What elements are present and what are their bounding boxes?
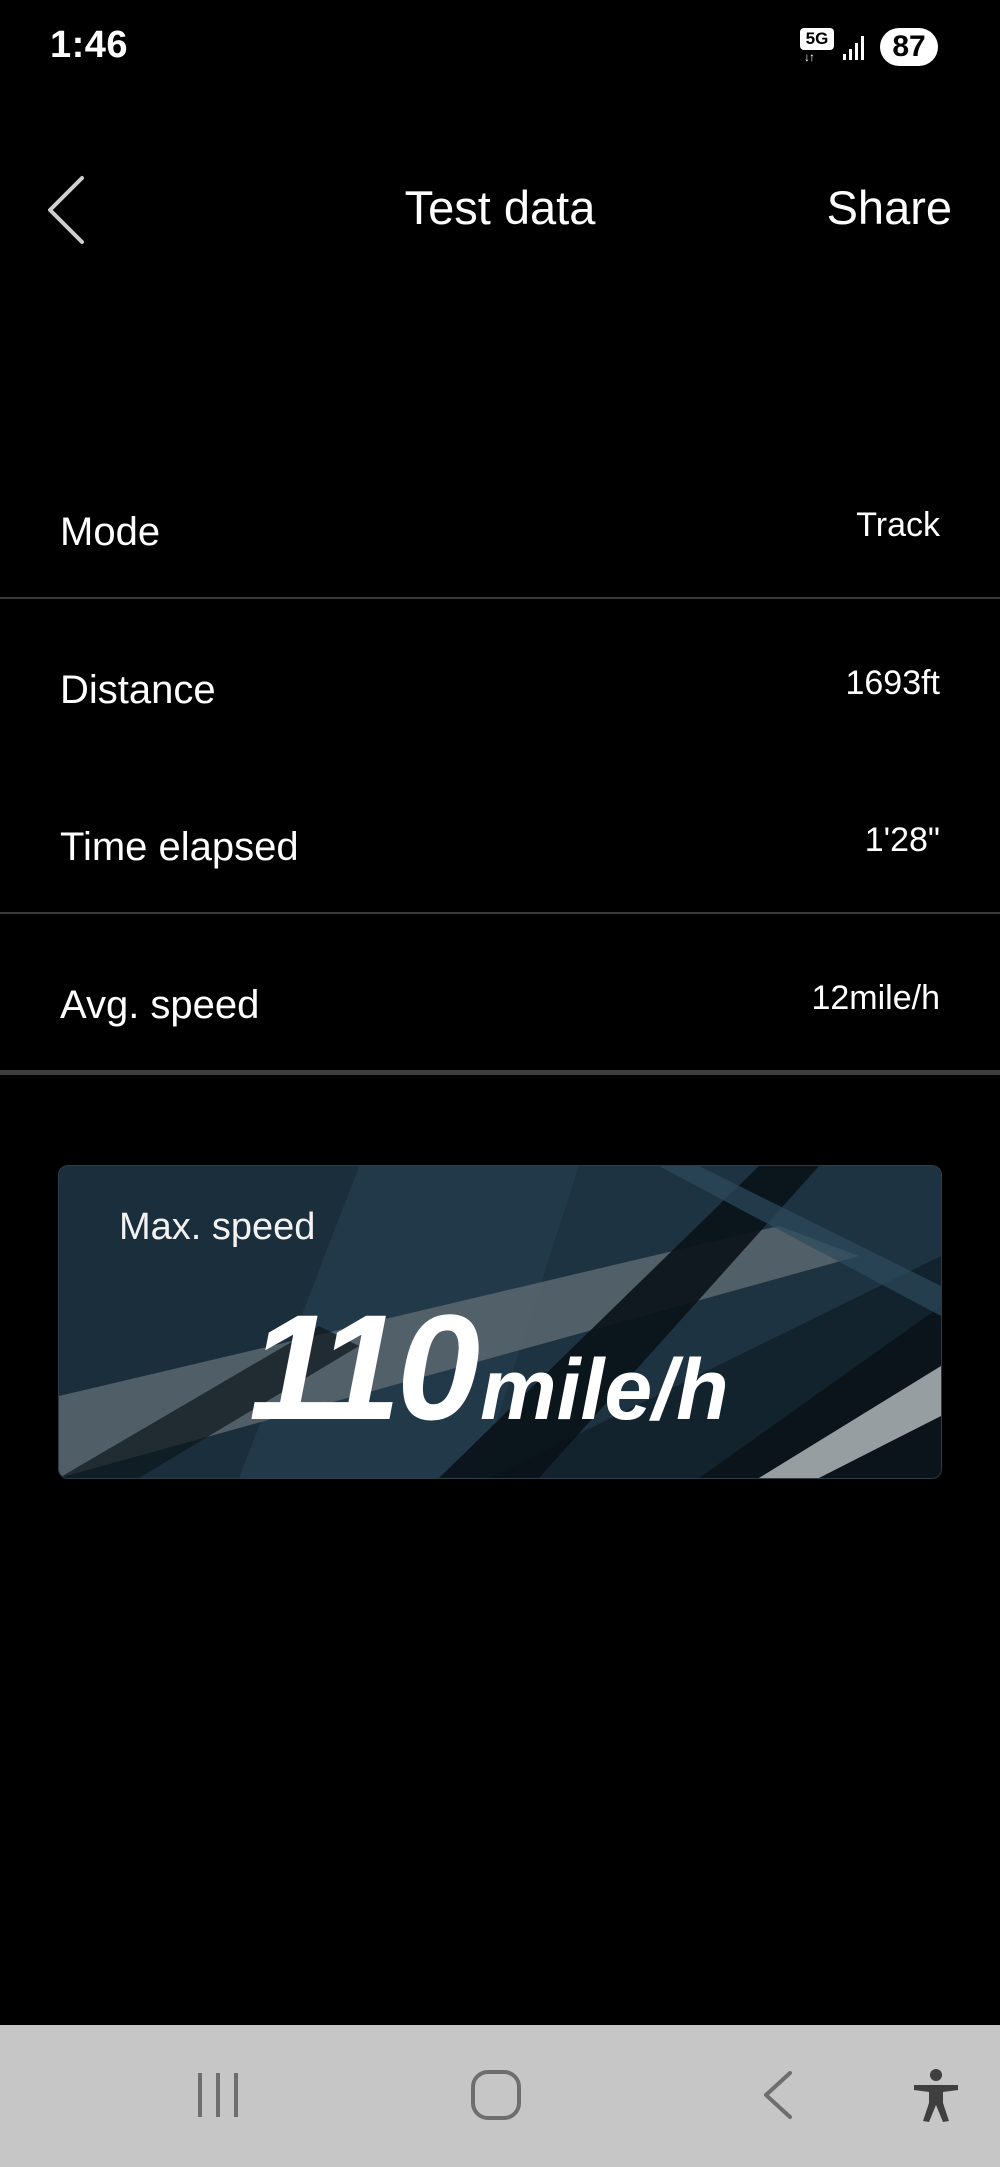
signal-strength-icon — [843, 36, 864, 60]
share-button[interactable]: Share — [827, 180, 952, 235]
max-speed-number: 110 — [249, 1283, 480, 1451]
row-value: Track — [856, 506, 940, 544]
row-time-elapsed: Time elapsed 1'28" — [0, 805, 1000, 885]
row-value: 1693ft — [845, 664, 940, 702]
system-nav-bar — [0, 2025, 1000, 2167]
network-label: 5G — [800, 28, 834, 50]
divider — [0, 597, 1000, 599]
row-avg-speed: Avg. speed 12mile/h — [0, 963, 1000, 1043]
status-time: 1:46 — [50, 24, 129, 66]
max-speed-value: 110mile/h — [249, 1281, 729, 1454]
max-speed-label: Max. speed — [119, 1206, 316, 1248]
status-bar: 1:46 5G ↓↑ 87 — [0, 0, 1000, 95]
divider — [0, 912, 1000, 914]
row-value: 12mile/h — [811, 979, 940, 1017]
network-5g-icon: 5G ↓↑ — [800, 28, 834, 64]
recent-apps-icon[interactable] — [190, 2067, 246, 2123]
header: Test data Share — [0, 150, 1000, 270]
divider — [0, 1070, 1000, 1075]
row-label: Time elapsed — [60, 825, 299, 869]
home-icon[interactable] — [468, 2067, 524, 2123]
row-mode: Mode Track — [0, 490, 1000, 570]
row-label: Avg. speed — [60, 983, 260, 1027]
row-distance: Distance 1693ft — [0, 648, 1000, 728]
row-label: Mode — [60, 510, 161, 554]
accessibility-icon[interactable] — [908, 2067, 964, 2123]
max-speed-card: Max. speed 110mile/h — [58, 1165, 942, 1479]
max-speed-unit: mile/h — [480, 1342, 729, 1438]
battery-indicator: 87 — [880, 28, 938, 66]
row-label: Distance — [60, 668, 216, 712]
row-value: 1'28" — [864, 821, 940, 859]
back-icon[interactable] — [752, 2067, 808, 2123]
